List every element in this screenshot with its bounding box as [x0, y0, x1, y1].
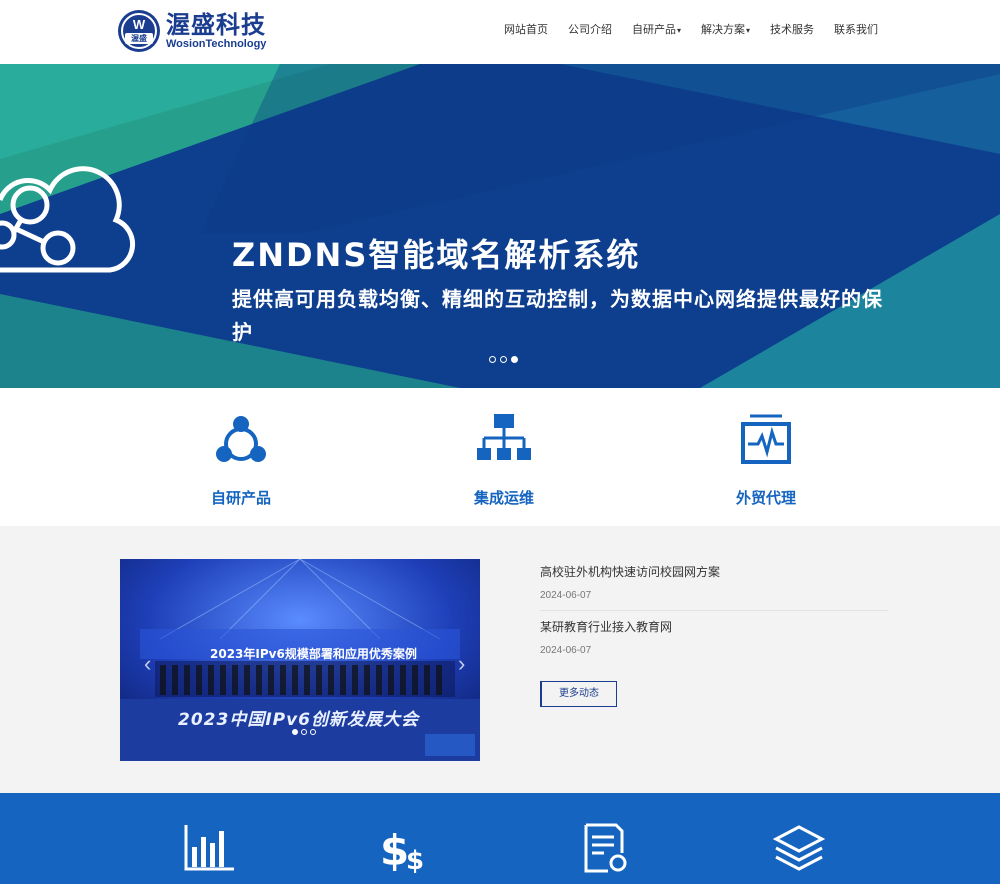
banner-dot[interactable] [500, 356, 507, 363]
slider-headline: 2023年IPv6规模部署和应用优秀案例 [210, 647, 417, 661]
nav-item-products[interactable]: 自研产品▾ [622, 22, 691, 39]
news-list: 高校驻外机构快速访问校园网方案 2024-06-07 某研教育行业接入教育网 2… [540, 564, 888, 707]
feature-products[interactable]: 自研产品 [161, 412, 321, 508]
nav-item-solutions[interactable]: 解决方案▾ [691, 22, 760, 39]
services-band: $ $ [0, 793, 1000, 884]
network-nodes-icon [216, 416, 266, 462]
feature-trade-agency[interactable]: 外贸代理 [686, 412, 846, 508]
logo-mark-bottom: 渥盛 [125, 33, 153, 44]
main-nav: 网站首页 公司介绍 自研产品▾ 解决方案▾ 技术服务 联系我们 [494, 22, 888, 39]
org-chart-icon [477, 414, 531, 460]
news-image-slider[interactable]: 2023年IPv6规模部署和应用优秀案例 2023中国IPv6创新发展大会 ‹ … [120, 559, 480, 761]
hero-banner[interactable]: ZNDNS智能域名解析系统 提供高可用负载均衡、精细的互动控制，为数据中心网络提… [0, 64, 1000, 388]
nav-label: 技术服务 [770, 23, 814, 36]
news-date: 2024-06-07 [540, 645, 592, 656]
news-item[interactable]: 某研教育行业接入教育网 2024-06-07 [540, 619, 888, 665]
nav-label: 自研产品 [631, 23, 676, 36]
logo-text: 渥盛科技 WosionTechnology [166, 12, 266, 50]
nav-item-home[interactable]: 网站首页 [494, 22, 558, 39]
nav-item-contact[interactable]: 联系我们 [824, 22, 888, 39]
monitor-pulse-icon [741, 414, 791, 464]
nav-label: 网站首页 [503, 23, 548, 36]
cloud-network-icon [0, 166, 136, 273]
logo[interactable]: W 渥盛 渥盛科技 WosionTechnology [118, 10, 266, 52]
layers-icon [772, 825, 826, 871]
news-title[interactable]: 某研教育行业接入教育网 [540, 619, 888, 635]
slider-caption: 2023中国IPv6创新发展大会 [178, 710, 420, 730]
feature-integration[interactable]: 集成运维 [424, 412, 584, 508]
nav-item-services[interactable]: 技术服务 [760, 22, 824, 39]
slider-dot[interactable] [310, 729, 316, 735]
banner-pagination [489, 356, 518, 363]
news-date: 2024-06-07 [540, 590, 592, 601]
news-item[interactable]: 高校驻外机构快速访问校园网方案 2024-06-07 [540, 564, 888, 611]
slider-dot-active[interactable] [292, 729, 298, 735]
slider-pagination [292, 729, 316, 735]
certificate-icon [584, 823, 627, 873]
bar-chart-icon [184, 825, 234, 871]
banner-title: ZNDNS智能域名解析系统 [232, 236, 641, 274]
feature-label: 集成运维 [473, 489, 534, 507]
logo-name-cn: 渥盛科技 [166, 11, 266, 39]
banner-subtitle: 提供高可用负载均衡、精细的互动控制，为数据中心网络提供最好的保护 [232, 287, 883, 344]
logo-name-en: WosionTechnology [166, 38, 267, 50]
features-section: 自研产品 集成运维 外贸代理 [0, 388, 1000, 526]
nav-item-about[interactable]: 公司介绍 [558, 22, 622, 39]
feature-label: 外贸代理 [735, 489, 796, 507]
chevron-right-icon[interactable]: › [458, 651, 465, 677]
nav-label: 解决方案 [700, 23, 745, 36]
news-title[interactable]: 高校驻外机构快速访问校园网方案 [540, 564, 888, 580]
news-section: 2023年IPv6规模部署和应用优秀案例 2023中国IPv6创新发展大会 ‹ … [0, 526, 1000, 793]
dollar-icon: $ $ [380, 826, 424, 873]
banner-dot-active[interactable] [511, 356, 518, 363]
slider-dot[interactable] [301, 729, 307, 735]
more-news-button[interactable]: 更多动态 [540, 681, 617, 707]
logo-mark-top: W [132, 17, 146, 32]
nav-label: 公司介绍 [567, 23, 612, 36]
logo-mark: W 渥盛 [118, 10, 160, 52]
chevron-left-icon[interactable]: ‹ [144, 651, 151, 677]
site-header: W 渥盛 渥盛科技 WosionTechnology 网站首页 公司介绍 自研产… [0, 0, 1000, 64]
nav-label: 联系我们 [834, 23, 878, 36]
feature-label: 自研产品 [210, 489, 271, 507]
svg-text:$: $ [406, 846, 424, 873]
svg-text:$: $ [380, 826, 409, 873]
chevron-down-icon: ▾ [676, 26, 681, 35]
chevron-down-icon: ▾ [745, 26, 750, 35]
banner-dot[interactable] [489, 356, 496, 363]
